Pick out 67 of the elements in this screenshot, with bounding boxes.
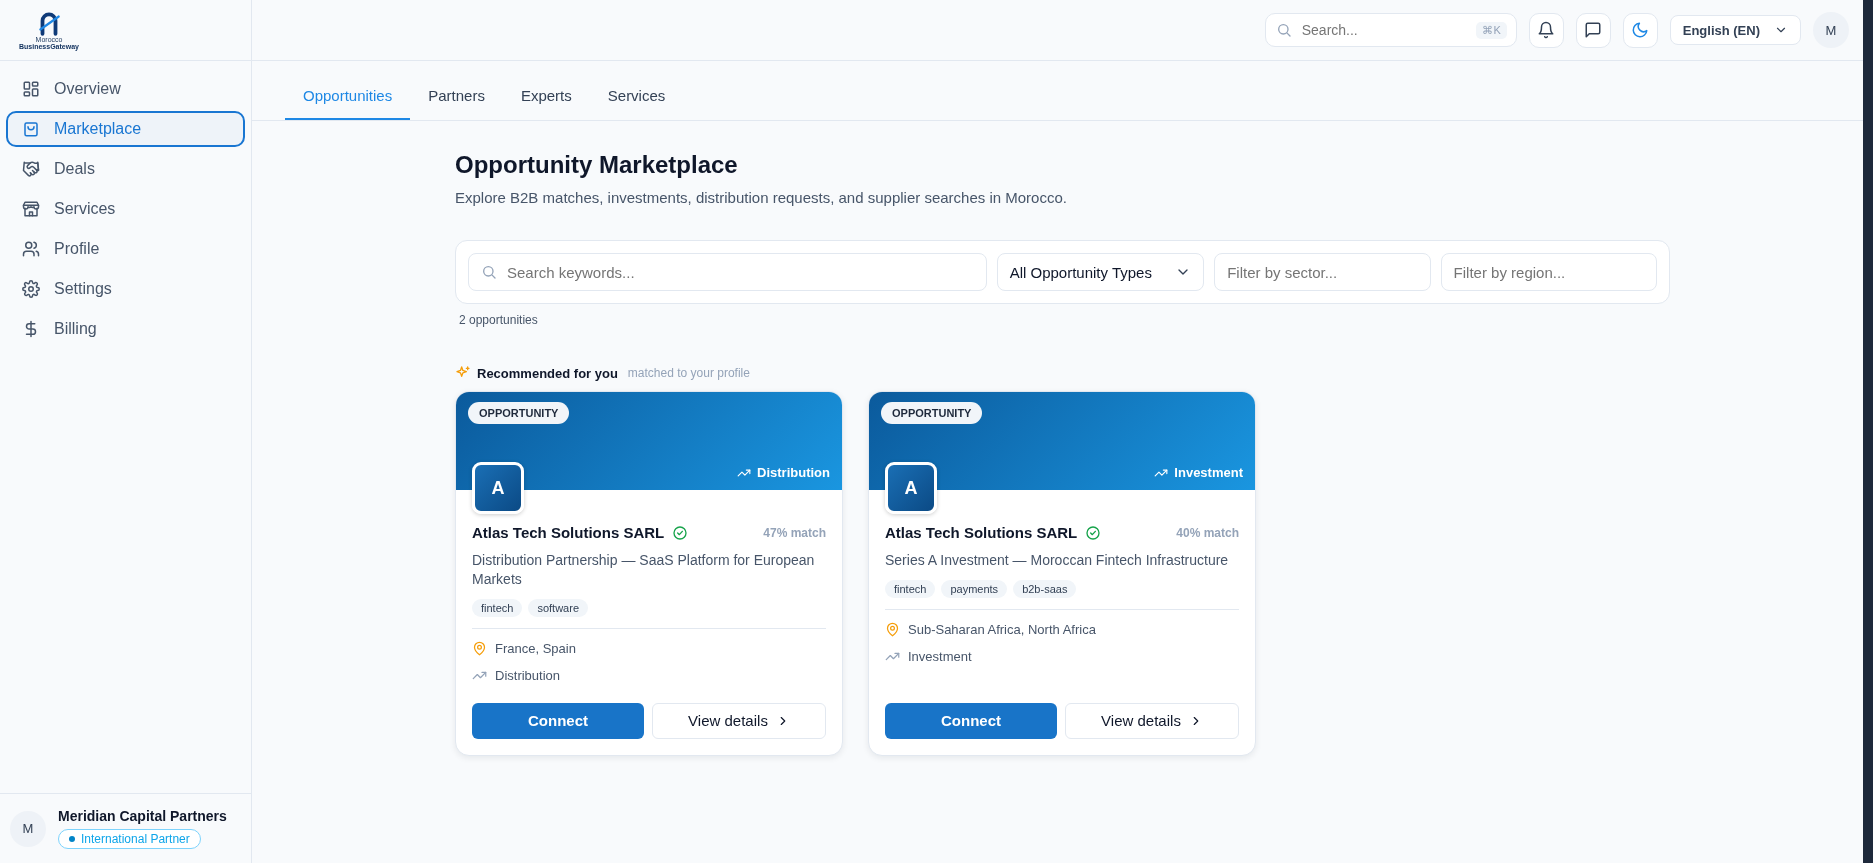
company-name: Atlas Tech Solutions SARL bbox=[472, 524, 665, 541]
grid-icon bbox=[22, 80, 40, 98]
partner-badge: International Partner bbox=[58, 829, 201, 849]
map-pin-icon bbox=[885, 621, 900, 637]
result-count: 2 opportunities bbox=[459, 313, 539, 327]
shopping-bag-icon bbox=[22, 120, 40, 138]
location: Sub-Saharan Africa, North Africa bbox=[908, 621, 1096, 637]
match-score: 40% match bbox=[1176, 525, 1239, 540]
gear-icon bbox=[22, 280, 40, 298]
store-icon bbox=[22, 200, 40, 218]
company-avatar: A bbox=[472, 462, 524, 514]
category-label: Distribution bbox=[757, 465, 830, 480]
company-avatar: A bbox=[885, 462, 937, 514]
sidebar-item[interactable]: Settings bbox=[6, 271, 245, 307]
category-label: Investment bbox=[1174, 465, 1243, 480]
moon-icon bbox=[1631, 21, 1650, 39]
tab[interactable]: Partners bbox=[410, 87, 503, 120]
sidebar-item[interactable]: Billing bbox=[6, 311, 245, 347]
avatar[interactable]: M bbox=[1813, 12, 1849, 48]
bell-icon bbox=[1537, 21, 1556, 39]
shortcut-hint: ⌘K bbox=[1476, 22, 1507, 39]
opportunity-type: Investment bbox=[908, 648, 972, 664]
company-name: Atlas Tech Solutions SARL bbox=[885, 524, 1078, 541]
match-score: 47% match bbox=[763, 525, 826, 540]
opportunity-type-select[interactable]: All Opportunity Types bbox=[996, 253, 1205, 291]
tag: fintech bbox=[885, 579, 936, 598]
tab[interactable]: Services bbox=[589, 87, 684, 120]
connect-button[interactable]: Connect bbox=[885, 702, 1057, 739]
opportunity-badge: OPPORTUNITY bbox=[468, 402, 570, 424]
opportunity-title: Distribution Partnership — SaaS Platform for European Markets bbox=[472, 551, 816, 589]
sidebar-item[interactable]: Marketplace bbox=[6, 111, 245, 147]
sidebar-item[interactable]: Deals bbox=[6, 151, 245, 187]
sidebar-item[interactable]: Profile bbox=[6, 231, 245, 267]
opportunity-badge: OPPORTUNITY bbox=[881, 402, 983, 424]
handshake-icon bbox=[22, 160, 40, 178]
tag: b2b-saas bbox=[1013, 579, 1077, 598]
region-filter-field[interactable]: Filter by region... bbox=[1440, 253, 1657, 291]
sector-filter-field[interactable]: Filter by sector... bbox=[1214, 253, 1431, 291]
section-note: matched to your profile bbox=[627, 366, 750, 380]
location: France, Spain bbox=[495, 640, 576, 656]
search-icon bbox=[481, 264, 497, 280]
messages-button[interactable] bbox=[1575, 12, 1611, 48]
tab[interactable]: Opportunities bbox=[285, 87, 411, 120]
connect-button[interactable]: Connect bbox=[472, 702, 644, 739]
sidebar-item[interactable]: Overview bbox=[6, 71, 245, 107]
opportunity-title: Series A Investment — Moroccan Fintech Infrastructure bbox=[885, 551, 1230, 570]
view-details-button[interactable]: View details bbox=[1065, 702, 1239, 739]
chat-bubble-icon bbox=[1584, 21, 1603, 39]
map-pin-icon bbox=[472, 640, 487, 656]
tag: software bbox=[528, 598, 588, 617]
search-icon bbox=[1275, 22, 1292, 38]
tag: fintech bbox=[472, 598, 523, 617]
sidebar-item[interactable]: Services bbox=[6, 191, 245, 227]
language-select[interactable]: English (EN) bbox=[1669, 15, 1801, 45]
section-title: Recommended for you bbox=[477, 365, 618, 381]
users-icon bbox=[22, 240, 40, 258]
theme-toggle[interactable] bbox=[1622, 12, 1658, 48]
avatar: M bbox=[10, 810, 46, 847]
page-subtitle: Explore B2B matches, investments, distribution requests, and supplier searches in Morocco. bbox=[455, 189, 1068, 206]
page-title: Opportunity Marketplace bbox=[455, 151, 739, 179]
view-details-button[interactable]: View details bbox=[652, 702, 826, 739]
account-name: Meridian Capital Partners bbox=[58, 808, 227, 824]
keyword-search-field[interactable]: Search keywords... bbox=[468, 253, 987, 291]
notifications-button[interactable] bbox=[1528, 12, 1564, 48]
opportunity-type: Distribution bbox=[495, 667, 561, 683]
tab[interactable]: Experts bbox=[502, 87, 590, 120]
tag: payments bbox=[941, 579, 1008, 598]
